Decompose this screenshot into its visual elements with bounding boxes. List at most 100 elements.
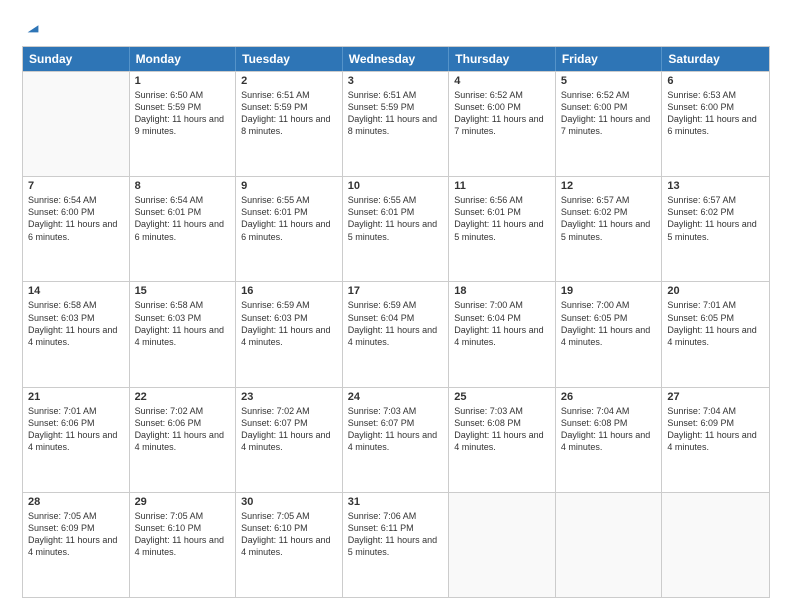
cell-info: Sunrise: 6:52 AMSunset: 6:00 PMDaylight:… [454, 89, 550, 138]
calendar-cell-2-1: 7Sunrise: 6:54 AMSunset: 6:00 PMDaylight… [23, 177, 130, 281]
day-number: 25 [454, 391, 550, 403]
calendar-header-friday: Friday [556, 47, 663, 71]
calendar-week-4: 21 Sunrise: 7:01 AMSunset: 6:06 PMDayligh… [23, 387, 769, 492]
calendar-cell-1-2: 1 Sunrise: 6:50 AMSunset: 5:59 PMDaylight… [130, 72, 237, 176]
cell-info: Sunrise: 6:53 AMSunset: 6:00 PMDaylight:… [667, 89, 764, 138]
day-number: 2 [241, 75, 337, 87]
cell-info: Sunrise: 6:51 AMSunset: 5:59 PMDaylight:… [348, 89, 444, 138]
calendar-cell-3-5: 18Sunrise: 7:00 AMSunset: 6:04 PMDayligh… [449, 282, 556, 386]
cell-info: Sunrise: 7:06 AMSunset: 6:11 PMDaylight:… [348, 510, 444, 559]
day-number: 7 [28, 180, 124, 192]
cell-info: Sunrise: 6:57 AMSunset: 6:02 PMDaylight:… [561, 194, 657, 243]
calendar-cell-1-3: 2 Sunrise: 6:51 AMSunset: 5:59 PMDaylight… [236, 72, 343, 176]
calendar-cell-5-3: 30 Sunrise: 7:05 AMSunset: 6:10 PMDayligh… [236, 493, 343, 597]
cell-info: Sunrise: 6:54 AMSunset: 6:01 PMDaylight:… [135, 194, 231, 243]
calendar-cell-4-5: 25 Sunrise: 7:03 AMSunset: 6:08 PMDayligh… [449, 388, 556, 492]
day-number: 1 [135, 75, 231, 87]
day-number: 5 [561, 75, 657, 87]
day-number: 22 [135, 391, 231, 403]
cell-info: Sunrise: 6:55 AMSunset: 6:01 PMDaylight:… [348, 194, 444, 243]
calendar-header-thursday: Thursday [449, 47, 556, 71]
cell-info: Sunrise: 7:02 AMSunset: 6:07 PMDaylight:… [241, 405, 337, 454]
cell-info: Sunrise: 6:59 AMSunset: 6:03 PMDaylight:… [241, 299, 337, 348]
calendar-cell-5-1: 28 Sunrise: 7:05 AMSunset: 6:09 PMDayligh… [23, 493, 130, 597]
calendar-cell-2-6: 12 Sunrise: 6:57 AMSunset: 6:02 PMDayligh… [556, 177, 663, 281]
calendar-header-tuesday: Tuesday [236, 47, 343, 71]
day-number: 6 [667, 75, 764, 87]
calendar-cell-4-1: 21 Sunrise: 7:01 AMSunset: 6:06 PMDayligh… [23, 388, 130, 492]
calendar-cell-1-4: 3 Sunrise: 6:51 AMSunset: 5:59 PMDaylight… [343, 72, 450, 176]
day-number: 19 [561, 285, 657, 297]
calendar-cell-4-3: 23 Sunrise: 7:02 AMSunset: 6:07 PMDayligh… [236, 388, 343, 492]
calendar-cell-2-7: 13 Sunrise: 6:57 AMSunset: 6:02 PMDayligh… [662, 177, 769, 281]
calendar-cell-2-3: 9Sunrise: 6:55 AMSunset: 6:01 PMDaylight… [236, 177, 343, 281]
day-number: 10 [348, 180, 444, 192]
cell-info: Sunrise: 7:05 AMSunset: 6:10 PMDaylight:… [135, 510, 231, 559]
day-number: 26 [561, 391, 657, 403]
calendar-header-wednesday: Wednesday [343, 47, 450, 71]
day-number: 21 [28, 391, 124, 403]
cell-info: Sunrise: 7:05 AMSunset: 6:09 PMDaylight:… [28, 510, 124, 559]
day-number: 27 [667, 391, 764, 403]
day-number: 28 [28, 496, 124, 508]
cell-info: Sunrise: 6:59 AMSunset: 6:04 PMDaylight:… [348, 299, 444, 348]
cell-info: Sunrise: 7:04 AMSunset: 6:09 PMDaylight:… [667, 405, 764, 454]
cell-info: Sunrise: 6:58 AMSunset: 6:03 PMDaylight:… [28, 299, 124, 348]
calendar-cell-2-5: 11 Sunrise: 6:56 AMSunset: 6:01 PMDayligh… [449, 177, 556, 281]
day-number: 24 [348, 391, 444, 403]
cell-info: Sunrise: 6:55 AMSunset: 6:01 PMDaylight:… [241, 194, 337, 243]
cell-info: Sunrise: 7:01 AMSunset: 6:06 PMDaylight:… [28, 405, 124, 454]
cell-info: Sunrise: 7:00 AMSunset: 6:04 PMDaylight:… [454, 299, 550, 348]
cell-info: Sunrise: 7:03 AMSunset: 6:08 PMDaylight:… [454, 405, 550, 454]
calendar-cell-3-2: 15 Sunrise: 6:58 AMSunset: 6:03 PMDayligh… [130, 282, 237, 386]
day-number: 11 [454, 180, 550, 192]
cell-info: Sunrise: 7:01 AMSunset: 6:05 PMDaylight:… [667, 299, 764, 348]
calendar-cell-4-7: 27 Sunrise: 7:04 AMSunset: 6:09 PMDayligh… [662, 388, 769, 492]
day-number: 15 [135, 285, 231, 297]
cell-info: Sunrise: 6:51 AMSunset: 5:59 PMDaylight:… [241, 89, 337, 138]
cell-info: Sunrise: 6:57 AMSunset: 6:02 PMDaylight:… [667, 194, 764, 243]
day-number: 4 [454, 75, 550, 87]
calendar-cell-1-1 [23, 72, 130, 176]
calendar-cell-4-4: 24 Sunrise: 7:03 AMSunset: 6:07 PMDayligh… [343, 388, 450, 492]
cell-info: Sunrise: 6:52 AMSunset: 6:00 PMDaylight:… [561, 89, 657, 138]
calendar-cell-3-6: 19 Sunrise: 7:00 AMSunset: 6:05 PMDayligh… [556, 282, 663, 386]
calendar: SundayMondayTuesdayWednesdayThursdayFrid… [22, 46, 770, 598]
calendar-week-2: 7Sunrise: 6:54 AMSunset: 6:00 PMDaylight… [23, 176, 769, 281]
cell-info: Sunrise: 7:03 AMSunset: 6:07 PMDaylight:… [348, 405, 444, 454]
header [22, 18, 770, 36]
cell-info: Sunrise: 7:00 AMSunset: 6:05 PMDaylight:… [561, 299, 657, 348]
day-number: 16 [241, 285, 337, 297]
day-number: 20 [667, 285, 764, 297]
calendar-header: SundayMondayTuesdayWednesdayThursdayFrid… [23, 47, 769, 71]
calendar-header-sunday: Sunday [23, 47, 130, 71]
calendar-cell-1-6: 5 Sunrise: 6:52 AMSunset: 6:00 PMDaylight… [556, 72, 663, 176]
calendar-header-saturday: Saturday [662, 47, 769, 71]
page: SundayMondayTuesdayWednesdayThursdayFrid… [0, 0, 792, 612]
calendar-header-monday: Monday [130, 47, 237, 71]
calendar-cell-2-4: 10 Sunrise: 6:55 AMSunset: 6:01 PMDayligh… [343, 177, 450, 281]
cell-info: Sunrise: 7:02 AMSunset: 6:06 PMDaylight:… [135, 405, 231, 454]
day-number: 3 [348, 75, 444, 87]
calendar-cell-2-2: 8Sunrise: 6:54 AMSunset: 6:01 PMDaylight… [130, 177, 237, 281]
calendar-body: 1 Sunrise: 6:50 AMSunset: 5:59 PMDaylight… [23, 71, 769, 597]
calendar-cell-1-5: 4 Sunrise: 6:52 AMSunset: 6:00 PMDaylight… [449, 72, 556, 176]
calendar-cell-3-3: 16 Sunrise: 6:59 AMSunset: 6:03 PMDayligh… [236, 282, 343, 386]
calendar-cell-5-4: 31Sunrise: 7:06 AMSunset: 6:11 PMDayligh… [343, 493, 450, 597]
calendar-cell-3-1: 14Sunrise: 6:58 AMSunset: 6:03 PMDayligh… [23, 282, 130, 386]
cell-info: Sunrise: 7:04 AMSunset: 6:08 PMDaylight:… [561, 405, 657, 454]
day-number: 17 [348, 285, 444, 297]
cell-info: Sunrise: 6:50 AMSunset: 5:59 PMDaylight:… [135, 89, 231, 138]
cell-info: Sunrise: 7:05 AMSunset: 6:10 PMDaylight:… [241, 510, 337, 559]
calendar-cell-5-5 [449, 493, 556, 597]
logo-triangle-icon [24, 18, 42, 36]
day-number: 13 [667, 180, 764, 192]
calendar-cell-3-7: 20 Sunrise: 7:01 AMSunset: 6:05 PMDayligh… [662, 282, 769, 386]
day-number: 30 [241, 496, 337, 508]
calendar-cell-4-2: 22 Sunrise: 7:02 AMSunset: 6:06 PMDayligh… [130, 388, 237, 492]
calendar-cell-5-2: 29Sunrise: 7:05 AMSunset: 6:10 PMDayligh… [130, 493, 237, 597]
day-number: 23 [241, 391, 337, 403]
day-number: 12 [561, 180, 657, 192]
cell-info: Sunrise: 6:56 AMSunset: 6:01 PMDaylight:… [454, 194, 550, 243]
cell-info: Sunrise: 6:58 AMSunset: 6:03 PMDaylight:… [135, 299, 231, 348]
